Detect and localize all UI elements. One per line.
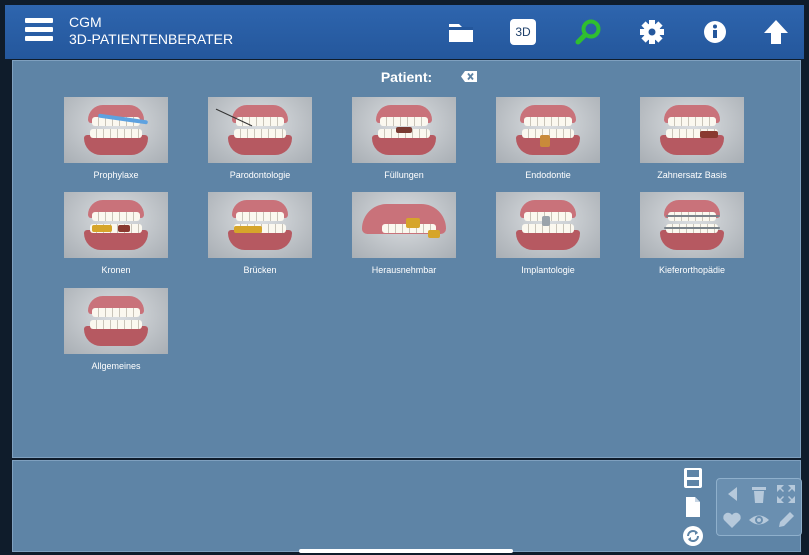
topic-label: Prophylaxe	[93, 170, 139, 180]
topic-thumbnail	[64, 288, 168, 354]
topic-tile-kronen[interactable]: Kronen	[64, 192, 168, 278]
pager-controls	[716, 478, 802, 536]
topic-label: Zahnersatz Basis	[657, 170, 727, 180]
topic-label: Kieferorthopädie	[658, 265, 726, 275]
eye-icon[interactable]	[748, 509, 770, 531]
topic-label: Herausnehmbar	[371, 265, 437, 275]
info-icon[interactable]	[698, 15, 732, 49]
topic-tile-parodontologie[interactable]: Parodontologie	[208, 97, 312, 183]
folder-icon[interactable]	[444, 15, 478, 49]
backspace-icon[interactable]	[461, 69, 477, 82]
topic-thumbnail	[64, 97, 168, 163]
topic-thumbnail	[496, 192, 600, 258]
topic-label: Parodontologie	[229, 170, 291, 180]
arrow-up-icon[interactable]	[759, 15, 793, 49]
trash-icon[interactable]	[748, 483, 770, 505]
topic-thumbnail	[640, 192, 744, 258]
save-icon[interactable]	[682, 466, 704, 490]
topic-tile-fuellungen[interactable]: Füllungen	[352, 97, 456, 183]
3d-view-button[interactable]: 3D	[507, 15, 541, 49]
topic-label: Füllungen	[384, 170, 424, 180]
topic-tile-herausnehmbar[interactable]: Herausnehmbar	[352, 192, 456, 278]
heart-icon[interactable]	[721, 509, 743, 531]
patient-bar: Patient:	[13, 69, 800, 87]
topic-label: Implantologie	[521, 265, 575, 275]
app-title: CGM 3D-PATIENTENBERATER	[69, 14, 233, 48]
topic-tile-endodontie[interactable]: Endodontie	[496, 97, 600, 183]
topic-tile-implantologie[interactable]: Implantologie	[496, 192, 600, 278]
topic-tile-kieferorthopaedie[interactable]: Kieferorthopädie	[640, 192, 744, 278]
topic-thumbnail	[208, 192, 312, 258]
pencil-icon[interactable]	[775, 509, 797, 531]
topic-thumbnail	[64, 192, 168, 258]
topic-label: Allgemeines	[91, 361, 141, 371]
bottom-toolbar	[12, 460, 802, 552]
topic-tile-allgemeines[interactable]: Allgemeines	[64, 288, 168, 374]
expand-icon[interactable]	[775, 483, 797, 505]
home-indicator[interactable]	[299, 549, 513, 553]
topic-label: Brücken	[243, 265, 277, 275]
menu-icon[interactable]	[25, 18, 53, 42]
search-icon[interactable]	[572, 15, 606, 49]
topic-thumbnail	[352, 192, 456, 258]
topic-thumbnail	[640, 97, 744, 163]
brand-name: CGM	[69, 14, 102, 30]
gear-icon[interactable]	[635, 15, 669, 49]
top-bar: CGM 3D-PATIENTENBERATER 3D	[5, 5, 804, 59]
topic-label: Endodontie	[525, 170, 571, 180]
topic-thumbnail	[496, 97, 600, 163]
topic-tile-prophylaxe[interactable]: Prophylaxe	[64, 97, 168, 183]
topic-thumbnail	[208, 97, 312, 163]
3d-button-label: 3D	[510, 19, 536, 45]
topic-panel: Patient: Prophylaxe Parodontologie Füllu…	[12, 60, 801, 458]
topic-tile-zahnersatz-basis[interactable]: Zahnersatz Basis	[640, 97, 744, 183]
patient-label: Patient:	[380, 69, 433, 85]
app-window: CGM 3D-PATIENTENBERATER 3D Patient: Prop…	[0, 0, 809, 555]
product-name: 3D-PATIENTENBERATER	[69, 31, 234, 47]
topic-thumbnail	[352, 97, 456, 163]
arrow-left-icon[interactable]	[721, 483, 743, 505]
file-tools	[678, 464, 708, 548]
refresh-icon[interactable]	[682, 524, 704, 548]
document-icon[interactable]	[682, 495, 704, 519]
topic-label: Kronen	[101, 265, 131, 275]
topic-tile-bruecken[interactable]: Brücken	[208, 192, 312, 278]
